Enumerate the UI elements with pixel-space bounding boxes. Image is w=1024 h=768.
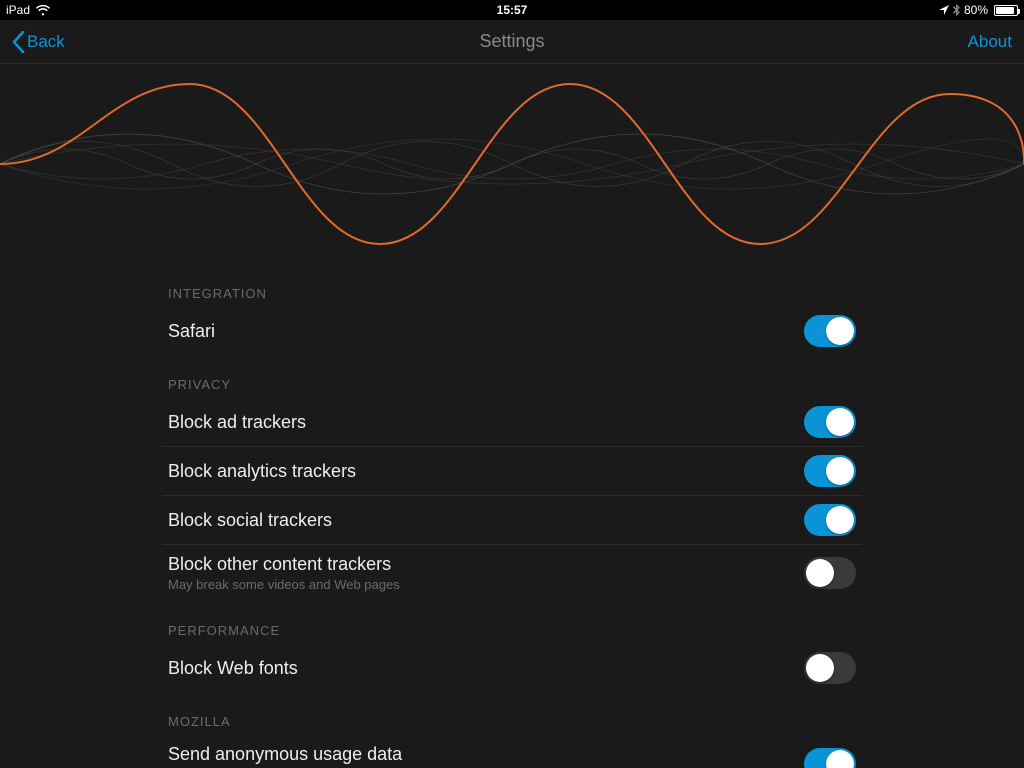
- settings-list: INTEGRATION Safari PRIVACY Block ad tracker…: [162, 264, 862, 768]
- bluetooth-icon: [953, 4, 960, 16]
- row-title: Block ad trackers: [168, 411, 804, 434]
- device-label: iPad: [6, 3, 30, 17]
- toggle-knob: [826, 408, 854, 436]
- row-title: Block Web fonts: [168, 657, 804, 680]
- chevron-left-icon: [12, 31, 25, 53]
- section-header: PERFORMANCE: [162, 601, 862, 644]
- row-subtitle: May break some videos and Web pages: [168, 577, 804, 594]
- ios-status-bar: iPad 15:57 80%: [0, 0, 1024, 20]
- row-text: Send anonymous usage dataLearn more: [168, 743, 804, 768]
- setting-row-block-web-fonts: Block Web fonts: [162, 644, 862, 692]
- section-privacy: PRIVACY Block ad trackers Block analytics …: [162, 355, 862, 601]
- row-text: Safari: [168, 320, 804, 343]
- row-text: Block analytics trackers: [168, 460, 804, 483]
- section-performance: PERFORMANCE Block Web fonts: [162, 601, 862, 692]
- row-title: Block analytics trackers: [168, 460, 804, 483]
- setting-row-block-analytics-trackers: Block analytics trackers: [162, 447, 862, 496]
- back-button[interactable]: Back: [12, 31, 65, 53]
- toggle-knob: [806, 559, 834, 587]
- toggle-safari[interactable]: [804, 315, 856, 347]
- hero-wave: [0, 64, 1024, 264]
- setting-row-block-ad-trackers: Block ad trackers: [162, 398, 862, 447]
- row-title: Block social trackers: [168, 509, 804, 532]
- toggle-block-social-trackers[interactable]: [804, 504, 856, 536]
- toggle-block-analytics-trackers[interactable]: [804, 455, 856, 487]
- page-title: Settings: [479, 31, 544, 52]
- section-integration: INTEGRATION Safari: [162, 264, 862, 355]
- section-mozilla: MOZILLA Send anonymous usage dataLearn mo…: [162, 692, 862, 768]
- back-label: Back: [27, 32, 65, 52]
- setting-row-block-other-trackers: Block other content trackersMay break so…: [162, 545, 862, 601]
- setting-row-safari: Safari: [162, 307, 862, 355]
- toggle-knob: [806, 654, 834, 682]
- row-text: Block Web fonts: [168, 657, 804, 680]
- location-icon: [939, 5, 949, 15]
- row-text: Block other content trackersMay break so…: [168, 553, 804, 593]
- row-text: Block ad trackers: [168, 411, 804, 434]
- wifi-icon: [36, 5, 50, 16]
- row-title: Block other content trackers: [168, 553, 804, 576]
- setting-row-send-usage-data: Send anonymous usage dataLearn more: [162, 735, 862, 768]
- battery-fill: [996, 7, 1014, 14]
- toggle-block-other-trackers[interactable]: [804, 557, 856, 589]
- section-header: INTEGRATION: [162, 264, 862, 307]
- battery-icon: [994, 5, 1018, 16]
- toggle-knob: [826, 750, 854, 768]
- settings-scroll[interactable]: INTEGRATION Safari PRIVACY Block ad tracker…: [0, 264, 1024, 768]
- toggle-send-usage-data[interactable]: [804, 748, 856, 768]
- clock: 15:57: [497, 3, 528, 17]
- setting-row-block-social-trackers: Block social trackers: [162, 496, 862, 545]
- toggle-block-ad-trackers[interactable]: [804, 406, 856, 438]
- row-title: Send anonymous usage data: [168, 743, 804, 766]
- toggle-knob: [826, 506, 854, 534]
- toggle-knob: [826, 317, 854, 345]
- about-button[interactable]: About: [968, 32, 1012, 52]
- toggle-knob: [826, 457, 854, 485]
- nav-bar: Back Settings About: [0, 20, 1024, 64]
- section-header: MOZILLA: [162, 692, 862, 735]
- row-text: Block social trackers: [168, 509, 804, 532]
- battery-percent: 80%: [964, 3, 988, 17]
- toggle-block-web-fonts[interactable]: [804, 652, 856, 684]
- row-title: Safari: [168, 320, 804, 343]
- section-header: PRIVACY: [162, 355, 862, 398]
